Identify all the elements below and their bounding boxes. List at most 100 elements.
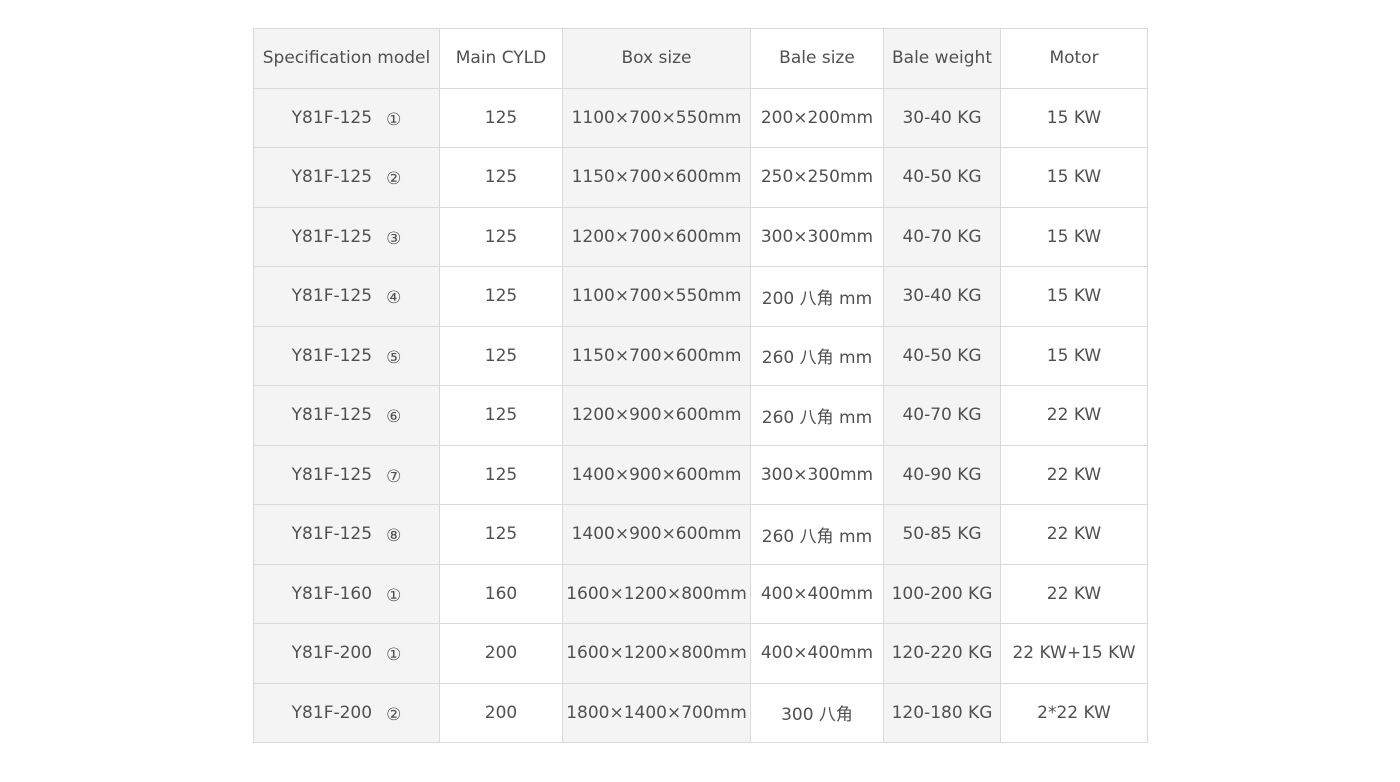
model-name: Y81F-125 (291, 167, 373, 188)
model-name: Y81F-160 (291, 583, 373, 604)
cell-main-cyld: 125 (439, 147, 563, 208)
cell-main-cyld: 125 (439, 444, 563, 505)
cell-motor: 15 KW (1000, 206, 1148, 267)
model-name: Y81F-125 (291, 107, 373, 128)
model-name: Y81F-125 (291, 524, 373, 545)
cell-specification-model: Y81F-125 ⑧ (253, 504, 440, 565)
cell-box-size: 1400×900×600mm (562, 504, 751, 565)
cell-box-size: 1800×1400×700mm (562, 682, 751, 743)
table-row: Y81F-125 ② 125 1150×700×600mm 250×250mm 4… (253, 147, 1148, 208)
header-bale-size: Bale size (750, 28, 884, 89)
cell-main-cyld: 125 (439, 206, 563, 267)
table-row: Y81F-125 ⑤ 125 1150×700×600mm 260 八角 mm 4… (253, 325, 1148, 386)
cell-box-size: 1200×700×600mm (562, 206, 751, 267)
cell-specification-model: Y81F-125 ⑦ (253, 444, 440, 505)
model-name: Y81F-125 (291, 286, 373, 307)
model-name: Y81F-125 (291, 464, 373, 485)
cell-bale-size: 400×400mm (750, 623, 884, 684)
model-index: ② (386, 169, 402, 190)
cell-main-cyld: 200 (439, 623, 563, 684)
cell-bale-weight: 30-40 KG (883, 87, 1001, 148)
cell-box-size: 1400×900×600mm (562, 444, 751, 505)
header-motor: Motor (1000, 28, 1148, 89)
cell-bale-weight: 40-50 KG (883, 325, 1001, 386)
cell-main-cyld: 125 (439, 385, 563, 446)
cell-bale-size: 260 八角 mm (750, 325, 884, 386)
cell-box-size: 1200×900×600mm (562, 385, 751, 446)
table-row: Y81F-125 ⑥ 125 1200×900×600mm 260 八角 mm 4… (253, 385, 1148, 446)
cell-main-cyld: 200 (439, 682, 563, 743)
cell-motor: 15 KW (1000, 266, 1148, 327)
model-index: ⑤ (386, 347, 402, 368)
model-index: ⑧ (386, 526, 402, 547)
model-index: ④ (386, 288, 402, 309)
cell-motor: 15 KW (1000, 87, 1148, 148)
cell-motor: 22 KW (1000, 444, 1148, 505)
cell-box-size: 1600×1200×800mm (562, 623, 751, 684)
model-index: ① (386, 109, 402, 130)
model-index: ① (386, 585, 402, 606)
model-index: ⑦ (386, 466, 402, 487)
table-row: Y81F-125 ⑦ 125 1400×900×600mm 300×300mm 4… (253, 444, 1148, 505)
cell-motor: 22 KW (1000, 563, 1148, 624)
cell-bale-size: 400×400mm (750, 563, 884, 624)
cell-specification-model: Y81F-125 ④ (253, 266, 440, 327)
cell-specification-model: Y81F-160 ① (253, 563, 440, 624)
table-body: Y81F-125 ① 125 1100×700×550mm 200×200mm 3… (253, 87, 1148, 743)
cell-main-cyld: 125 (439, 87, 563, 148)
cell-specification-model: Y81F-200 ① (253, 623, 440, 684)
cell-main-cyld: 125 (439, 325, 563, 386)
specification-table: Specification model Main CYLD Box size B… (253, 28, 1148, 743)
table-row: Y81F-125 ① 125 1100×700×550mm 200×200mm 3… (253, 87, 1148, 148)
cell-box-size: 1600×1200×800mm (562, 563, 751, 624)
model-name: Y81F-125 (291, 405, 373, 426)
cell-specification-model: Y81F-125 ⑤ (253, 325, 440, 386)
model-name: Y81F-200 (291, 702, 373, 723)
cell-specification-model: Y81F-125 ③ (253, 206, 440, 267)
cell-bale-size: 200×200mm (750, 87, 884, 148)
cell-main-cyld: 125 (439, 504, 563, 565)
table-header-row: Specification model Main CYLD Box size B… (253, 28, 1148, 89)
table-row: Y81F-125 ⑧ 125 1400×900×600mm 260 八角 mm 5… (253, 504, 1148, 565)
cell-bale-weight: 40-70 KG (883, 206, 1001, 267)
cell-motor: 2*22 KW (1000, 682, 1148, 743)
table-row: Y81F-200 ① 200 1600×1200×800mm 400×400mm … (253, 623, 1148, 684)
cell-specification-model: Y81F-125 ① (253, 87, 440, 148)
cell-motor: 22 KW (1000, 504, 1148, 565)
cell-motor: 22 KW (1000, 385, 1148, 446)
cell-specification-model: Y81F-200 ② (253, 682, 440, 743)
cell-specification-model: Y81F-125 ② (253, 147, 440, 208)
cell-bale-size: 300×300mm (750, 206, 884, 267)
cell-main-cyld: 160 (439, 563, 563, 624)
model-index: ① (386, 645, 402, 666)
cell-bale-weight: 40-50 KG (883, 147, 1001, 208)
cell-bale-size: 300×300mm (750, 444, 884, 505)
cell-box-size: 1100×700×550mm (562, 266, 751, 327)
header-specification-model: Specification model (253, 28, 440, 89)
cell-bale-size: 260 八角 mm (750, 385, 884, 446)
model-index: ③ (386, 228, 402, 249)
model-index: ⑥ (386, 407, 402, 428)
cell-bale-weight: 40-90 KG (883, 444, 1001, 505)
cell-bale-weight: 50-85 KG (883, 504, 1001, 565)
header-main-cyld: Main CYLD (439, 28, 563, 89)
table-row: Y81F-160 ① 160 1600×1200×800mm 400×400mm … (253, 563, 1148, 624)
model-index: ② (386, 704, 402, 725)
cell-box-size: 1150×700×600mm (562, 147, 751, 208)
model-name: Y81F-125 (291, 345, 373, 366)
cell-bale-size: 300 八角 (750, 682, 884, 743)
cell-bale-weight: 30-40 KG (883, 266, 1001, 327)
cell-bale-weight: 120-180 KG (883, 682, 1001, 743)
cell-bale-weight: 40-70 KG (883, 385, 1001, 446)
model-name: Y81F-125 (291, 226, 373, 247)
header-bale-weight: Bale weight (883, 28, 1001, 89)
cell-bale-size: 250×250mm (750, 147, 884, 208)
cell-motor: 22 KW+15 KW (1000, 623, 1148, 684)
cell-bale-size: 200 八角 mm (750, 266, 884, 327)
table-row: Y81F-125 ③ 125 1200×700×600mm 300×300mm 4… (253, 206, 1148, 267)
cell-motor: 15 KW (1000, 147, 1148, 208)
cell-bale-weight: 120-220 KG (883, 623, 1001, 684)
table-row: Y81F-200 ② 200 1800×1400×700mm 300 八角 120… (253, 682, 1148, 743)
cell-bale-weight: 100-200 KG (883, 563, 1001, 624)
cell-motor: 15 KW (1000, 325, 1148, 386)
